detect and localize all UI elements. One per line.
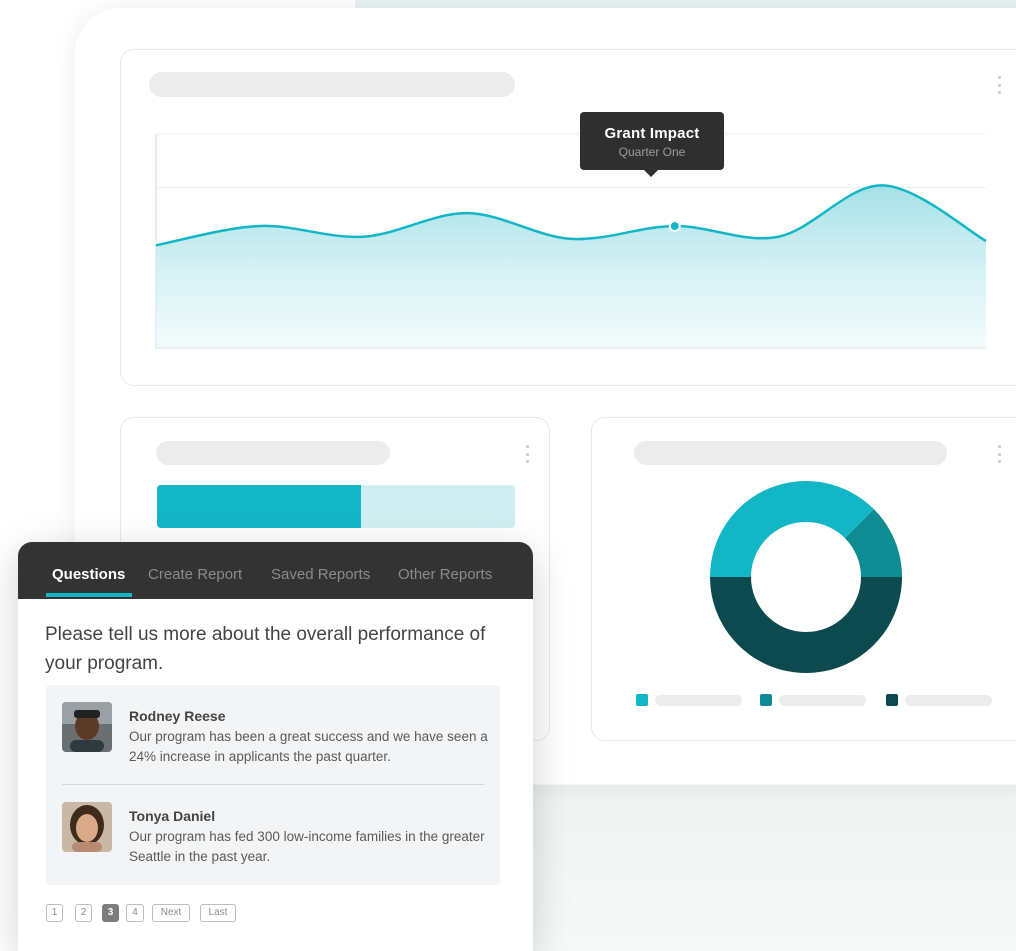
list-item: Tonya Daniel Our program has fed 300 low… [62, 802, 492, 872]
page-button-2[interactable]: 2 [75, 904, 92, 922]
tab-saved-reports[interactable]: Saved Reports [271, 566, 370, 583]
page-button-3[interactable]: 3 [102, 904, 119, 922]
answer-author: Tonya Daniel [129, 808, 216, 824]
active-tab-indicator [46, 593, 132, 597]
legend-label-placeholder [655, 695, 742, 706]
question-text: Please tell us more about the overall pe… [45, 624, 486, 674]
avatar [62, 802, 112, 852]
legend-label-placeholder [779, 695, 866, 706]
tab-create-report[interactable]: Create Report [148, 566, 242, 583]
list-item: Rodney Reese Our program has been a grea… [62, 702, 492, 772]
legend-swatch [886, 694, 898, 706]
legend-swatch [636, 694, 648, 706]
donut-slice [710, 480, 874, 577]
answer-author: Rodney Reese [129, 708, 226, 724]
legend-label-placeholder [905, 695, 992, 706]
legend-swatch [760, 694, 772, 706]
answers-list: Rodney Reese Our program has been a grea… [46, 685, 500, 885]
next-page-button[interactable]: Next [152, 904, 190, 922]
donut-slice [710, 577, 902, 673]
page-button-1[interactable]: 1 [46, 904, 63, 922]
answer-text: Our program has been a great success and… [129, 729, 488, 764]
page-button-4[interactable]: 4 [126, 904, 144, 922]
tab-questions[interactable]: Questions [52, 566, 125, 583]
avatar [62, 702, 112, 752]
divider [62, 784, 484, 785]
answer-text: Our program has fed 300 low-income famil… [129, 829, 485, 864]
panel-tab-bar: Questions Create Report Saved Reports Ot… [18, 542, 533, 599]
questions-panel: Questions Create Report Saved Reports Ot… [18, 542, 533, 951]
tab-other-reports[interactable]: Other Reports [398, 566, 492, 583]
last-page-button[interactable]: Last [200, 904, 236, 922]
